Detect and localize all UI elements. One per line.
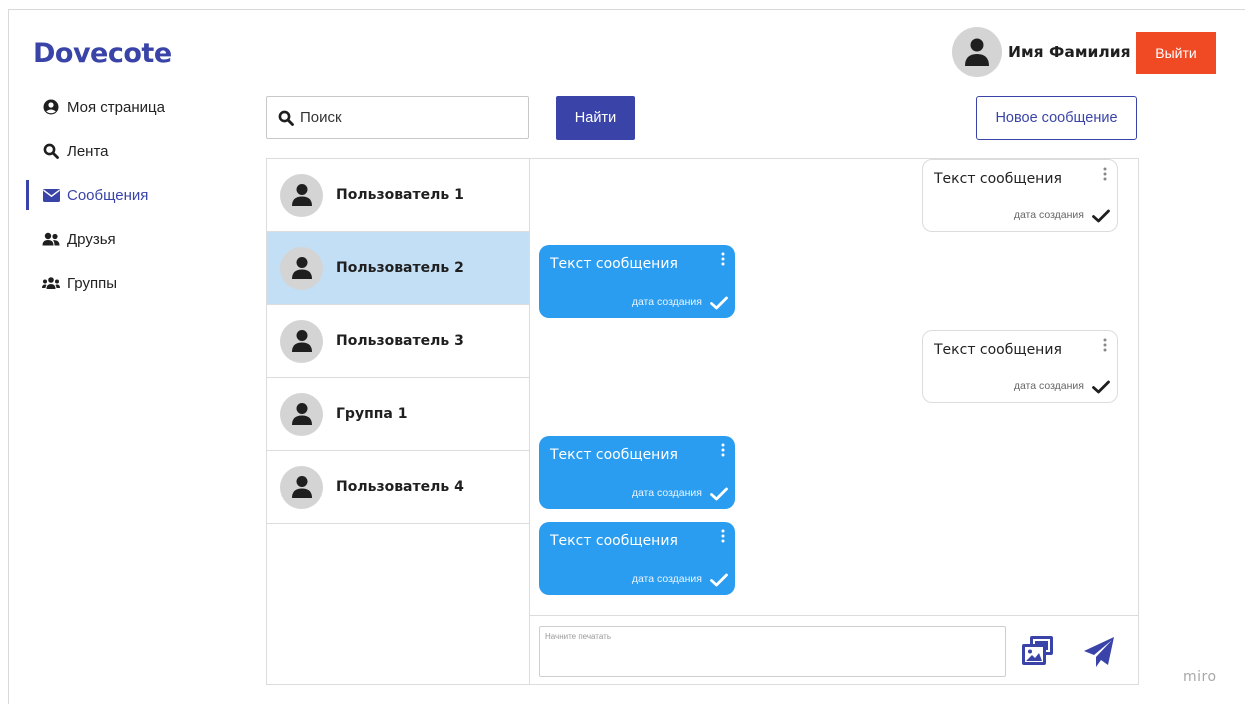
contact-item[interactable]: Пользователь 4 bbox=[267, 451, 529, 524]
message-date: дата создания bbox=[631, 573, 702, 585]
contact-item[interactable]: Пользователь 3 bbox=[267, 305, 529, 378]
search-box[interactable] bbox=[266, 96, 529, 139]
more-vertical-icon[interactable] bbox=[1103, 167, 1107, 181]
message-bubble-incoming[interactable]: Текст сообщения дата создания bbox=[539, 522, 735, 595]
message-text: Текст сообщения bbox=[550, 533, 678, 549]
message-text: Текст сообщения bbox=[550, 256, 678, 272]
person-icon bbox=[291, 403, 312, 425]
person-icon bbox=[291, 257, 312, 279]
search-icon bbox=[278, 110, 294, 126]
contact-name: Пользователь 3 bbox=[336, 333, 464, 349]
nav-active-indicator bbox=[26, 180, 29, 210]
message-date: дата создания bbox=[631, 487, 702, 499]
find-button[interactable]: Найти bbox=[556, 96, 635, 140]
avatar bbox=[280, 246, 323, 290]
avatar bbox=[280, 465, 323, 509]
contact-list: Пользователь 1 Пользователь 2 Пользовате… bbox=[266, 158, 530, 685]
check-icon bbox=[710, 487, 728, 501]
message-bubble-incoming[interactable]: Текст сообщения дата создания bbox=[539, 436, 735, 509]
message-text: Текст сообщения bbox=[934, 171, 1062, 187]
new-message-button[interactable]: Новое сообщение bbox=[976, 96, 1137, 140]
contact-name: Пользователь 1 bbox=[336, 187, 464, 203]
contact-item[interactable]: Пользователь 1 bbox=[267, 159, 529, 232]
users-group-icon bbox=[42, 274, 60, 292]
nav-item-label: Друзья bbox=[67, 230, 116, 248]
message-date: дата создания bbox=[1013, 380, 1084, 392]
nav-item-friends[interactable]: Друзья bbox=[42, 228, 165, 250]
person-icon bbox=[291, 476, 312, 498]
search-icon bbox=[42, 142, 60, 160]
check-icon bbox=[710, 296, 728, 310]
send-icon[interactable] bbox=[1082, 635, 1116, 669]
logout-button[interactable]: Выйти bbox=[1136, 32, 1216, 74]
contact-item-selected[interactable]: Пользователь 2 bbox=[267, 232, 529, 305]
chat-panel: Текст сообщения дата создания Текст сооб… bbox=[530, 158, 1139, 685]
more-vertical-icon[interactable] bbox=[721, 252, 725, 266]
avatar bbox=[280, 392, 323, 436]
attach-images-icon[interactable] bbox=[1021, 635, 1055, 667]
message-date: дата создания bbox=[631, 296, 702, 308]
message-bubble-incoming[interactable]: Текст сообщения дата создания bbox=[539, 245, 735, 318]
check-icon bbox=[1092, 380, 1110, 394]
app-logo[interactable]: Dovecote bbox=[33, 38, 172, 69]
check-icon bbox=[1092, 209, 1110, 223]
nav-item-feed[interactable]: Лента bbox=[42, 140, 165, 162]
nav-item-label: Группы bbox=[67, 274, 117, 292]
user-avatar bbox=[952, 27, 1002, 77]
search-input[interactable] bbox=[300, 109, 510, 126]
nav-item-label: Моя страница bbox=[67, 98, 165, 116]
message-date: дата создания bbox=[1013, 209, 1084, 221]
nav-item-groups[interactable]: Группы bbox=[42, 272, 165, 294]
nav-item-my-page[interactable]: Моя страница bbox=[42, 96, 165, 118]
nav-item-messages[interactable]: Сообщения bbox=[42, 184, 165, 206]
message-bubble-outgoing[interactable]: Текст сообщения дата создания bbox=[922, 330, 1118, 403]
more-vertical-icon[interactable] bbox=[721, 443, 725, 457]
person-icon bbox=[291, 330, 312, 352]
envelope-icon bbox=[42, 186, 60, 204]
person-icon bbox=[291, 184, 312, 206]
avatar bbox=[280, 319, 323, 363]
nav-item-label: Сообщения bbox=[67, 186, 149, 204]
check-icon bbox=[710, 573, 728, 587]
contact-item[interactable]: Группа 1 bbox=[267, 378, 529, 451]
nav-item-label: Лента bbox=[67, 142, 109, 160]
message-text: Текст сообщения bbox=[934, 342, 1062, 358]
composer-divider bbox=[530, 615, 1138, 616]
message-input[interactable] bbox=[545, 632, 1000, 671]
message-composer[interactable] bbox=[539, 626, 1006, 677]
more-vertical-icon[interactable] bbox=[721, 529, 725, 543]
user-name: Имя Фамилия bbox=[1008, 43, 1131, 61]
person-icon bbox=[965, 38, 989, 66]
message-bubble-outgoing[interactable]: Текст сообщения дата создания bbox=[922, 159, 1118, 232]
sidebar-nav: Моя страница Лента Сообщения Друзья Груп… bbox=[42, 96, 165, 316]
message-text: Текст сообщения bbox=[550, 447, 678, 463]
user-profile[interactable]: Имя Фамилия bbox=[952, 27, 1131, 77]
miro-watermark: miro bbox=[1183, 669, 1217, 685]
contact-name: Пользователь 4 bbox=[336, 479, 464, 495]
contact-name: Группа 1 bbox=[336, 406, 408, 422]
user-circle-icon bbox=[42, 98, 60, 116]
contact-name: Пользователь 2 bbox=[336, 260, 464, 276]
avatar bbox=[280, 173, 323, 217]
more-vertical-icon[interactable] bbox=[1103, 338, 1107, 352]
user-friends-icon bbox=[42, 230, 60, 248]
